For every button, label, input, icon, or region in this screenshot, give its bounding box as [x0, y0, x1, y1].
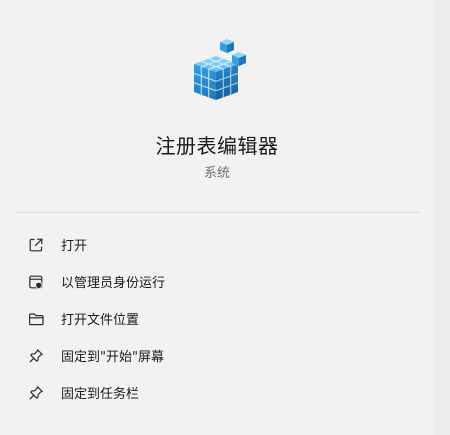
pin-icon: [27, 347, 45, 365]
open-external-icon: [27, 236, 45, 254]
registry-editor-icon: [186, 34, 256, 104]
menu-item-pin-to-start[interactable]: 固定到"开始"屏幕: [16, 337, 420, 374]
menu-item-run-as-admin[interactable]: 以管理员身份运行: [16, 263, 420, 300]
folder-icon: [27, 310, 45, 328]
divider: [16, 212, 420, 213]
menu-item-pin-to-taskbar[interactable]: 固定到任务栏: [16, 374, 420, 411]
pin-icon: [27, 384, 45, 402]
menu-item-label: 固定到任务栏: [61, 387, 140, 402]
menu-item-open-file-location[interactable]: 打开文件位置: [16, 300, 420, 337]
menu-item-label: 打开: [61, 239, 88, 254]
app-category: 系统: [203, 166, 230, 181]
menu-item-label: 固定到"开始"屏幕: [61, 350, 164, 365]
menu-item-open[interactable]: 打开: [16, 226, 420, 263]
context-menu: 打开 以管理员身份运行 打开文件位置 固定到"开始"屏幕 固定到任务栏: [16, 226, 420, 411]
app-context-panel: 注册表编辑器 系统 打开 以管理员身份运行 打开文件位置 固定到"开始"屏幕 固…: [0, 0, 434, 435]
menu-item-label: 打开文件位置: [61, 313, 140, 328]
admin-shield-icon: [27, 273, 45, 291]
menu-item-label: 以管理员身份运行: [61, 276, 166, 291]
app-title: 注册表编辑器: [155, 134, 279, 158]
panel-edge: [434, 0, 450, 435]
